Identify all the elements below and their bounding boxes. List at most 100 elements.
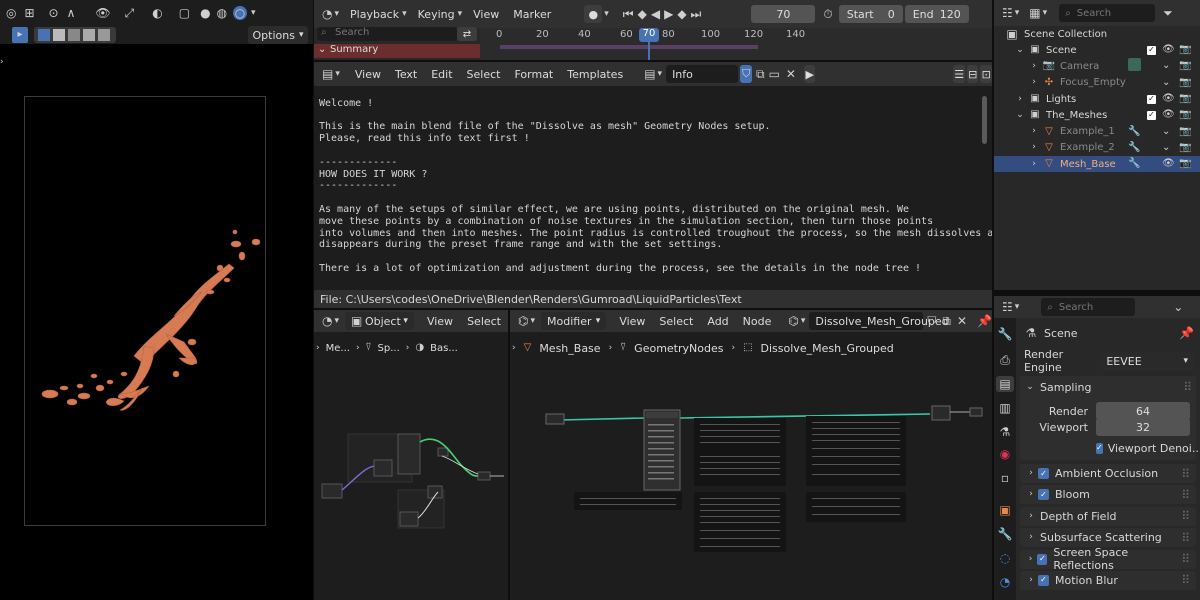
collapse-icon[interactable]: ⌄ [1162, 126, 1170, 137]
select-subtract-icon[interactable] [68, 29, 80, 41]
menu-playback[interactable]: Playback [343, 8, 406, 21]
properties-panel[interactable]: › ✓ Motion Blur ⠿ [1020, 570, 1196, 590]
render-camera-icon[interactable]: 📷 [1179, 94, 1191, 104]
modifier-context-dropdown[interactable]: Modifier ▾ [541, 312, 607, 330]
render-camera-icon[interactable]: 📷 [1179, 77, 1191, 88]
next-keyframe-icon[interactable]: ◆ [677, 8, 686, 20]
breadcrumb-item[interactable]: Me... [326, 343, 350, 354]
properties-panel[interactable]: › ✓ Ambient Occlusion ⠿ [1020, 464, 1196, 483]
visibility-icon[interactable]: 👁 [95, 7, 110, 19]
exclude-checkbox[interactable]: ✓ [1147, 110, 1156, 120]
run-script-icon[interactable]: ▶ [803, 65, 816, 83]
text-datablock-field[interactable]: Info [666, 65, 739, 83]
menu-select[interactable]: Select [460, 315, 508, 328]
viewport-samples-field[interactable]: 32 [1096, 418, 1190, 436]
properties-tab-object[interactable]: ▣ [996, 502, 1014, 518]
current-frame-field[interactable]: 70 [751, 5, 816, 23]
breadcrumb-item[interactable]: GeometryNodes [634, 342, 723, 355]
collapse-icon[interactable]: ⌄ [1162, 77, 1170, 88]
playhead-label[interactable]: 70 [639, 28, 659, 42]
chevron-down-icon[interactable]: ▾ [251, 8, 256, 18]
render-camera-icon[interactable]: 📷 [1179, 45, 1191, 55]
properties-tab-tool[interactable]: 🔧 [996, 326, 1014, 342]
outliner-search[interactable]: ⌕ Search [1059, 4, 1156, 22]
display-mode-icon[interactable]: ▦ [1029, 7, 1040, 19]
breadcrumb-item[interactable]: Dissolve_Mesh_Grouped [761, 342, 894, 355]
collapse-icon[interactable]: ⌄ [1162, 142, 1170, 153]
menu-view[interactable]: View [420, 315, 460, 328]
properties-panel[interactable]: › Depth of Field ⠿ [1020, 506, 1196, 526]
exclude-checkbox[interactable]: ✓ [1147, 94, 1156, 104]
select-intersect-icon[interactable] [98, 29, 110, 41]
menu-select[interactable]: Select [460, 68, 508, 81]
menu-view[interactable]: View [466, 8, 506, 21]
breadcrumb-item[interactable]: Bas... [430, 343, 458, 354]
close-icon[interactable]: ✕ [786, 68, 796, 80]
menu-templates[interactable]: Templates [560, 68, 630, 81]
start-frame-field[interactable]: Start 0 [838, 5, 903, 23]
outliner-row[interactable]: › ▽ Example_2 🔧 ⌄ 📷 [994, 140, 1200, 156]
gizmo-icon[interactable]: ⤢ [125, 7, 135, 19]
drag-handle-icon[interactable]: ⠿ [1181, 574, 1190, 586]
properties-tab-render[interactable]: ⎙ [996, 352, 1014, 368]
properties-panel[interactable]: › Subsurface Scattering ⠿ [1020, 528, 1196, 548]
properties-tab-particles[interactable]: ◌ [996, 550, 1014, 566]
node-tree-icon[interactable]: ⌬ [788, 315, 798, 327]
outliner-row[interactable]: › ✣ Focus_Empty ⌄ 📷 [994, 75, 1200, 91]
prev-keyframe-icon[interactable]: ◆ [638, 8, 647, 20]
shading-material-icon[interactable]: ◍ [217, 7, 227, 19]
checkbox-checked[interactable]: ✓ [1037, 553, 1048, 565]
properties-panel[interactable]: › ✓ Screen Space Reflections ⠿ [1020, 546, 1196, 572]
render-camera-icon[interactable]: 📷 [1179, 61, 1191, 71]
fake-user-icon[interactable]: ⛉ [740, 65, 752, 83]
select-extend-icon[interactable] [53, 29, 65, 41]
chevron-right-icon[interactable]: › [1028, 143, 1040, 152]
sampling-panel-header[interactable]: ⌄ Sampling ⠿ [1024, 379, 1192, 395]
new-text-icon[interactable]: ⧉ [756, 68, 765, 80]
menu-marker[interactable]: Marker [506, 8, 558, 21]
outliner-row[interactable]: › 📷 Camera ⌄ 📷 [994, 58, 1200, 74]
drag-handle-icon[interactable]: ⠿ [1181, 532, 1190, 544]
outliner-row[interactable]: ⌄ ▣ The_Meshes ✓ 👁 📷 [994, 107, 1200, 123]
preview-range-icon[interactable]: ⏱ [823, 8, 832, 20]
viewport-denoise-row[interactable]: ✓ Viewport Denoi... [1096, 440, 1200, 456]
jump-end-icon[interactable]: ⏭ [691, 8, 702, 20]
render-engine-dropdown[interactable]: EEVEE ▾ [1100, 352, 1194, 370]
chevron-right-icon[interactable]: › [1028, 127, 1040, 136]
properties-tab-modifiers[interactable]: 🔧 [996, 526, 1014, 542]
sidebar-toggle-icon[interactable]: › [0, 58, 4, 67]
line-numbers-icon[interactable]: ☰ [953, 65, 965, 83]
checkbox-checked[interactable]: ✓ [1096, 442, 1103, 454]
properties-tab-scene[interactable]: ⚗ [996, 424, 1014, 440]
menu-select[interactable]: Select [652, 315, 700, 328]
options-icon[interactable]: ⌄ [1173, 301, 1183, 313]
play-icon[interactable]: ▶ [664, 8, 673, 20]
collapse-icon[interactable]: ⌄ [1162, 61, 1170, 71]
outliner-row[interactable]: › ▽ Example_1 🔧 ⌄ 📷 [994, 123, 1200, 139]
shading-rendered-icon[interactable]: ○ [233, 6, 248, 20]
snap-icon[interactable]: ∧ [67, 7, 76, 19]
close-icon[interactable]: ✕ [957, 315, 967, 327]
eye-icon[interactable]: 👁 [1162, 159, 1175, 169]
chevron-down-icon[interactable]: ⌄ [1014, 110, 1026, 120]
render-camera-icon[interactable]: 📷 [1179, 126, 1191, 137]
checkbox-checked[interactable]: ✓ [1038, 468, 1049, 479]
outliner-row[interactable]: ⌄ ▣ Scene ✓ 👁 📷 [994, 42, 1200, 58]
menu-keying[interactable]: Keying [411, 8, 462, 21]
drag-handle-icon[interactable]: ⠿ [1181, 553, 1190, 565]
menu-edit[interactable]: Edit [424, 68, 459, 81]
chevron-right-icon[interactable]: › [1028, 78, 1040, 87]
pin-icon[interactable]: 📌 [977, 315, 992, 327]
tool-select-icon[interactable]: ▸ [12, 27, 28, 43]
fake-user-icon[interactable]: ⛉ [927, 315, 936, 327]
breadcrumb-item[interactable]: Sp... [378, 343, 400, 354]
menu-format[interactable]: Format [507, 68, 560, 81]
filter-toggle-icon[interactable]: ⇄ [457, 27, 477, 41]
checkbox-checked[interactable]: ✓ [1038, 574, 1049, 586]
properties-panel[interactable]: › ✓ Bloom ⠿ [1020, 485, 1196, 505]
editor-type-icon[interactable]: ☷ [1002, 301, 1013, 313]
syntax-highlight-icon[interactable]: ⊡ [980, 65, 992, 83]
properties-tab-physics[interactable]: ◔ [996, 574, 1014, 590]
node-tree-field[interactable]: Dissolve_Mesh_Grouped [809, 312, 949, 330]
editor-type-icon[interactable]: ◔ [322, 8, 332, 20]
